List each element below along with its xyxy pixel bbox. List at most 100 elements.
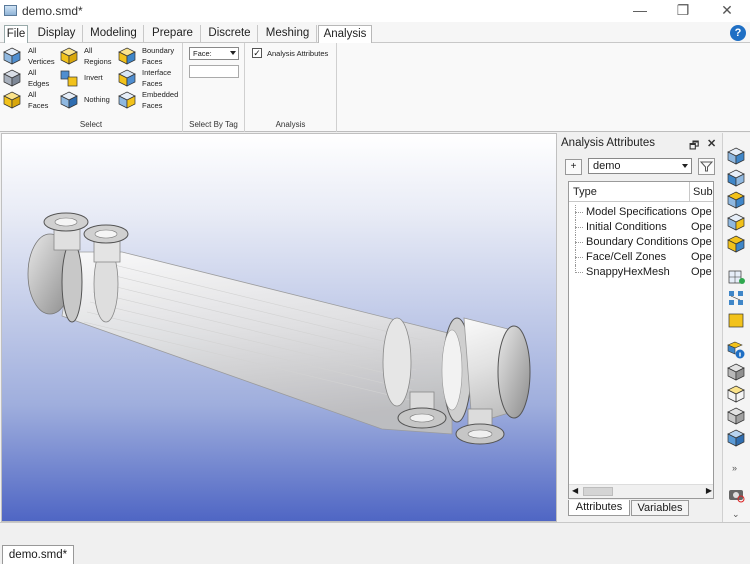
tree-row-snappyhexmesh[interactable]: SnappyHexMesh Ope bbox=[569, 265, 713, 280]
tab-display[interactable]: Display bbox=[31, 25, 83, 43]
scrollbar-thumb[interactable] bbox=[583, 487, 613, 496]
tab-variables[interactable]: Variables bbox=[631, 500, 689, 516]
all-faces-label-1: All bbox=[28, 90, 37, 99]
embedded-faces-button[interactable]: Embedded Faces bbox=[142, 89, 178, 111]
invert-icon bbox=[60, 70, 78, 87]
window-title: demo.smd* bbox=[22, 4, 83, 18]
float-panel-icon[interactable]: 🗗 bbox=[689, 137, 699, 156]
display-graph-icon[interactable] bbox=[727, 289, 745, 307]
tab-attributes[interactable]: Attributes bbox=[568, 500, 630, 516]
nothing-button[interactable]: Nothing bbox=[84, 94, 110, 105]
all-edges-button[interactable]: All Edges bbox=[28, 67, 49, 89]
embedded-faces-icon bbox=[118, 91, 136, 109]
filter-icon[interactable] bbox=[698, 158, 715, 175]
tree-row-value: Ope bbox=[691, 251, 712, 263]
tree-row-value: Ope bbox=[691, 206, 712, 218]
tree-row-value: Ope bbox=[691, 221, 712, 233]
blue-cube-icon[interactable] bbox=[727, 429, 745, 447]
tab-file[interactable]: File bbox=[4, 25, 28, 43]
tree-row-value: Ope bbox=[691, 236, 712, 248]
analysis-attributes-checkbox[interactable]: ✓ bbox=[252, 48, 262, 58]
attributes-tree: Type Sub Model Specifications Ope Initia… bbox=[568, 181, 714, 499]
panel-title: Analysis Attributes bbox=[561, 137, 655, 149]
boundary-faces-button[interactable]: Boundary Faces bbox=[142, 45, 174, 67]
all-edges-label-1: All bbox=[28, 68, 37, 77]
display-mesh-icon[interactable] bbox=[727, 267, 745, 285]
scroll-left-icon[interactable]: ◀ bbox=[572, 486, 578, 495]
all-regions-label-1: All bbox=[84, 46, 93, 55]
expand-down-icon[interactable]: ⌄ bbox=[732, 509, 740, 520]
tab-analysis[interactable]: Analysis bbox=[318, 25, 372, 44]
model-dropdown-value: demo bbox=[593, 160, 621, 172]
tag-input[interactable] bbox=[189, 65, 239, 78]
tree-row-value: Ope bbox=[691, 266, 712, 278]
ribbon: All Vertices All Edges All Faces All Reg… bbox=[0, 43, 750, 132]
select-by-tag-label: Select By Tag bbox=[189, 120, 238, 129]
wire-cube-icon[interactable] bbox=[727, 385, 745, 403]
embedded-faces-label-1: Embedded bbox=[142, 90, 179, 99]
interface-faces-button[interactable]: Interface Faces bbox=[142, 67, 171, 89]
view-front-icon[interactable] bbox=[727, 169, 745, 187]
scroll-right-icon[interactable]: ▶ bbox=[706, 486, 712, 495]
heat-exchanger-model bbox=[27, 212, 531, 445]
solid-cube-icon[interactable] bbox=[727, 407, 745, 425]
close-panel-icon[interactable]: ✕ bbox=[707, 137, 716, 150]
display-shaded-icon[interactable] bbox=[727, 311, 745, 329]
3d-viewport[interactable] bbox=[1, 133, 557, 522]
all-regions-button[interactable]: All Regions bbox=[84, 45, 112, 67]
tree-header: Type Sub bbox=[569, 182, 713, 202]
expand-more-icon[interactable]: » bbox=[732, 463, 737, 473]
boundary-faces-label-2: Faces bbox=[142, 57, 163, 66]
tree-row-face-cell-zones[interactable]: Face/Cell Zones Ope bbox=[569, 250, 713, 265]
screenshot-icon[interactable] bbox=[727, 485, 745, 503]
right-toolstrip: » ⌄ bbox=[722, 133, 750, 522]
tree-row-label: Boundary Conditions bbox=[586, 236, 689, 248]
tab-discrete[interactable]: Discrete bbox=[202, 25, 258, 43]
all-faces-label-2: Faces bbox=[28, 101, 49, 110]
tree-row-label: SnappyHexMesh bbox=[586, 266, 670, 278]
face-type-dropdown[interactable]: Face: bbox=[189, 47, 239, 60]
window-titlebar: demo.smd* — ❐ ✕ bbox=[0, 0, 750, 22]
select-group-label: Select bbox=[79, 120, 103, 129]
tree-row-label: Face/Cell Zones bbox=[586, 251, 667, 263]
chevron-down-icon bbox=[230, 51, 236, 55]
close-button[interactable]: ✕ bbox=[712, 2, 742, 20]
help-icon[interactable]: ? bbox=[730, 25, 746, 41]
chevron-down-icon bbox=[682, 164, 688, 168]
view-iso-icon[interactable] bbox=[727, 147, 745, 165]
column-sub[interactable]: Sub bbox=[693, 186, 713, 198]
model-dropdown[interactable]: demo bbox=[588, 158, 692, 174]
all-regions-label-2: Regions bbox=[84, 57, 112, 66]
interface-faces-label-1: Interface bbox=[142, 68, 172, 77]
all-faces-icon bbox=[3, 91, 21, 109]
tab-prepare[interactable]: Prepare bbox=[145, 25, 201, 43]
invert-button[interactable]: Invert bbox=[84, 72, 103, 83]
analysis-group-label: Analysis bbox=[275, 120, 306, 129]
view-top-icon[interactable] bbox=[727, 191, 745, 209]
app-icon bbox=[4, 5, 17, 16]
tab-meshing[interactable]: Meshing bbox=[259, 25, 317, 43]
add-attribute-button[interactable]: + bbox=[565, 159, 582, 175]
tab-modeling[interactable]: Modeling bbox=[84, 25, 144, 43]
info-icon[interactable] bbox=[727, 341, 745, 359]
restore-button[interactable]: ❐ bbox=[668, 2, 698, 20]
document-tabbar: demo.smd* bbox=[0, 522, 750, 564]
all-vertices-button[interactable]: All Vertices bbox=[28, 45, 55, 67]
nothing-icon bbox=[60, 91, 78, 109]
horizontal-scrollbar[interactable]: ◀ ▶ bbox=[569, 484, 713, 498]
funnel-icon bbox=[699, 161, 714, 172]
interface-faces-label-2: Faces bbox=[142, 79, 163, 88]
face-type-value: Face: bbox=[193, 49, 212, 58]
document-tab[interactable]: demo.smd* bbox=[2, 545, 74, 564]
minimize-button[interactable]: — bbox=[625, 2, 655, 20]
view-back-icon[interactable] bbox=[727, 235, 745, 253]
view-right-icon[interactable] bbox=[727, 213, 745, 231]
gray-cube-icon[interactable] bbox=[727, 363, 745, 381]
tree-row-model-specifications[interactable]: Model Specifications Ope bbox=[569, 205, 713, 220]
all-faces-button[interactable]: All Faces bbox=[28, 89, 48, 111]
interface-faces-icon bbox=[118, 69, 136, 87]
column-type[interactable]: Type bbox=[573, 186, 597, 198]
tree-row-initial-conditions[interactable]: Initial Conditions Ope bbox=[569, 220, 713, 235]
tree-row-boundary-conditions[interactable]: Boundary Conditions Ope bbox=[569, 235, 713, 250]
all-edges-label-2: Edges bbox=[28, 79, 50, 88]
